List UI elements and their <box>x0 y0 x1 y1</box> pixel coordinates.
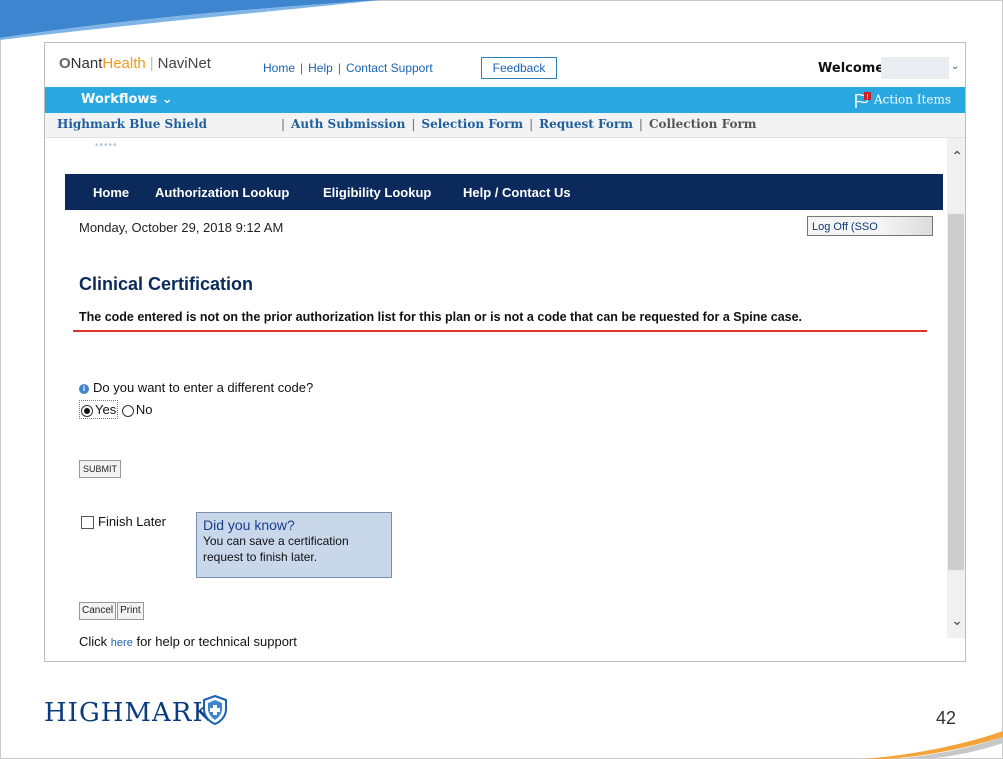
page-title: Clinical Certification <box>79 274 254 294</box>
content-frame: ••••• Home Authorization Lookup Eligibil… <box>45 138 965 661</box>
highmark-logo: HIGHMARK. <box>44 698 223 728</box>
scrollbar-thumb[interactable] <box>948 214 964 570</box>
nav-home[interactable]: Home <box>93 185 129 200</box>
blue-shield-icon <box>203 695 227 725</box>
bottom-swoosh-decoration <box>863 731 1003 759</box>
different-code-question: i Do you want to enter a different code? <box>79 380 313 395</box>
log-off-button[interactable]: Log Off (SSO <box>807 216 933 236</box>
feedback-button[interactable]: Feedback <box>481 57 557 79</box>
did-you-know-tip: Did you know? You can save a certificati… <box>196 512 392 578</box>
sub-links: | Auth Submission | Selection Form | Request … <box>281 117 757 131</box>
chevron-down-icon: ⌄ <box>161 92 173 107</box>
collection-form-link[interactable]: Collection Form <box>649 117 757 131</box>
user-name-redacted[interactable] <box>881 57 949 79</box>
browser-window: ONantHealth | NaviNet Home | Help | Contact Su… <box>44 42 966 662</box>
request-form-link[interactable]: Request Form <box>539 117 633 131</box>
top-links: Home | Help | Contact Support <box>263 61 433 75</box>
current-date: Monday, October 29, 2018 9:12 AM <box>79 220 284 235</box>
auth-submission-link[interactable]: Auth Submission <box>291 117 405 131</box>
finish-later-option[interactable]: Finish Later <box>81 514 166 530</box>
workflows-bar: Workflows ⌄ ! Action Items <box>45 87 965 113</box>
chevron-up-icon[interactable]: ⌃ <box>951 148 963 165</box>
sub-navigation: Highmark Blue Shield | Auth Submission | Se… <box>45 113 965 138</box>
cancel-button[interactable]: Cancel <box>79 602 117 620</box>
submit-button[interactable]: SUBMIT <box>79 460 122 478</box>
info-icon: i <box>79 383 89 394</box>
chevron-down-icon[interactable]: ⌄ <box>951 612 963 629</box>
finish-later-checkbox[interactable] <box>81 516 94 530</box>
help-support-line: Click here for help or technical support <box>79 634 297 649</box>
top-bar: ONantHealth | NaviNet Home | Help | Contact Su… <box>45 43 965 87</box>
tip-body-line-2: request to finish later. <box>203 550 318 564</box>
nav-help-contact-us[interactable]: Help / Contact Us <box>463 185 571 200</box>
help-here-link[interactable]: here <box>111 637 133 649</box>
navinet-logo: ONantHealth | NaviNet <box>59 55 211 72</box>
contact-support-link[interactable]: Contact Support <box>346 61 433 75</box>
home-link[interactable]: Home <box>263 61 295 75</box>
help-link[interactable]: Help <box>308 61 333 75</box>
radio-no-option[interactable]: No <box>121 402 152 417</box>
selection-form-link[interactable]: Selection Form <box>421 117 523 131</box>
frame-navigation: Home Authorization Lookup Eligibility Lo… <box>65 174 943 210</box>
loading-spinner-icon: ••••• <box>95 140 118 151</box>
error-message: The code entered is not on the prior aut… <box>79 310 803 324</box>
plan-name: Highmark Blue Shield <box>57 117 208 131</box>
welcome-label: Welcome, <box>818 61 890 76</box>
nav-authorization-lookup[interactable]: Authorization Lookup <box>155 185 289 200</box>
chevron-down-icon[interactable]: ⌄ <box>951 61 959 72</box>
slide-page-number: 42 <box>936 708 957 728</box>
tip-title: Did you know? <box>203 517 295 533</box>
error-underline-annotation <box>73 330 927 332</box>
nanthealth-logo-icon: O <box>59 55 71 72</box>
form-actions: Cancel Print <box>79 600 145 620</box>
tip-body-line-1: You can save a certification <box>203 534 349 548</box>
action-items-button[interactable]: ! Action Items <box>854 92 951 108</box>
workflows-menu[interactable]: Workflows ⌄ <box>81 92 173 107</box>
print-button[interactable]: Print <box>117 602 144 620</box>
top-swoosh-decoration <box>0 0 380 40</box>
nav-eligibility-lookup[interactable]: Eligibility Lookup <box>323 185 431 200</box>
radio-yes[interactable] <box>81 404 93 417</box>
flag-alert-icon: ! <box>855 92 871 108</box>
radio-no[interactable] <box>121 404 134 417</box>
svg-text:!: ! <box>866 93 869 101</box>
different-code-radio-group: Yes No <box>79 400 152 419</box>
radio-yes-option[interactable]: Yes <box>79 400 119 419</box>
vertical-scrollbar[interactable]: ⌃ ⌄ <box>947 138 965 638</box>
